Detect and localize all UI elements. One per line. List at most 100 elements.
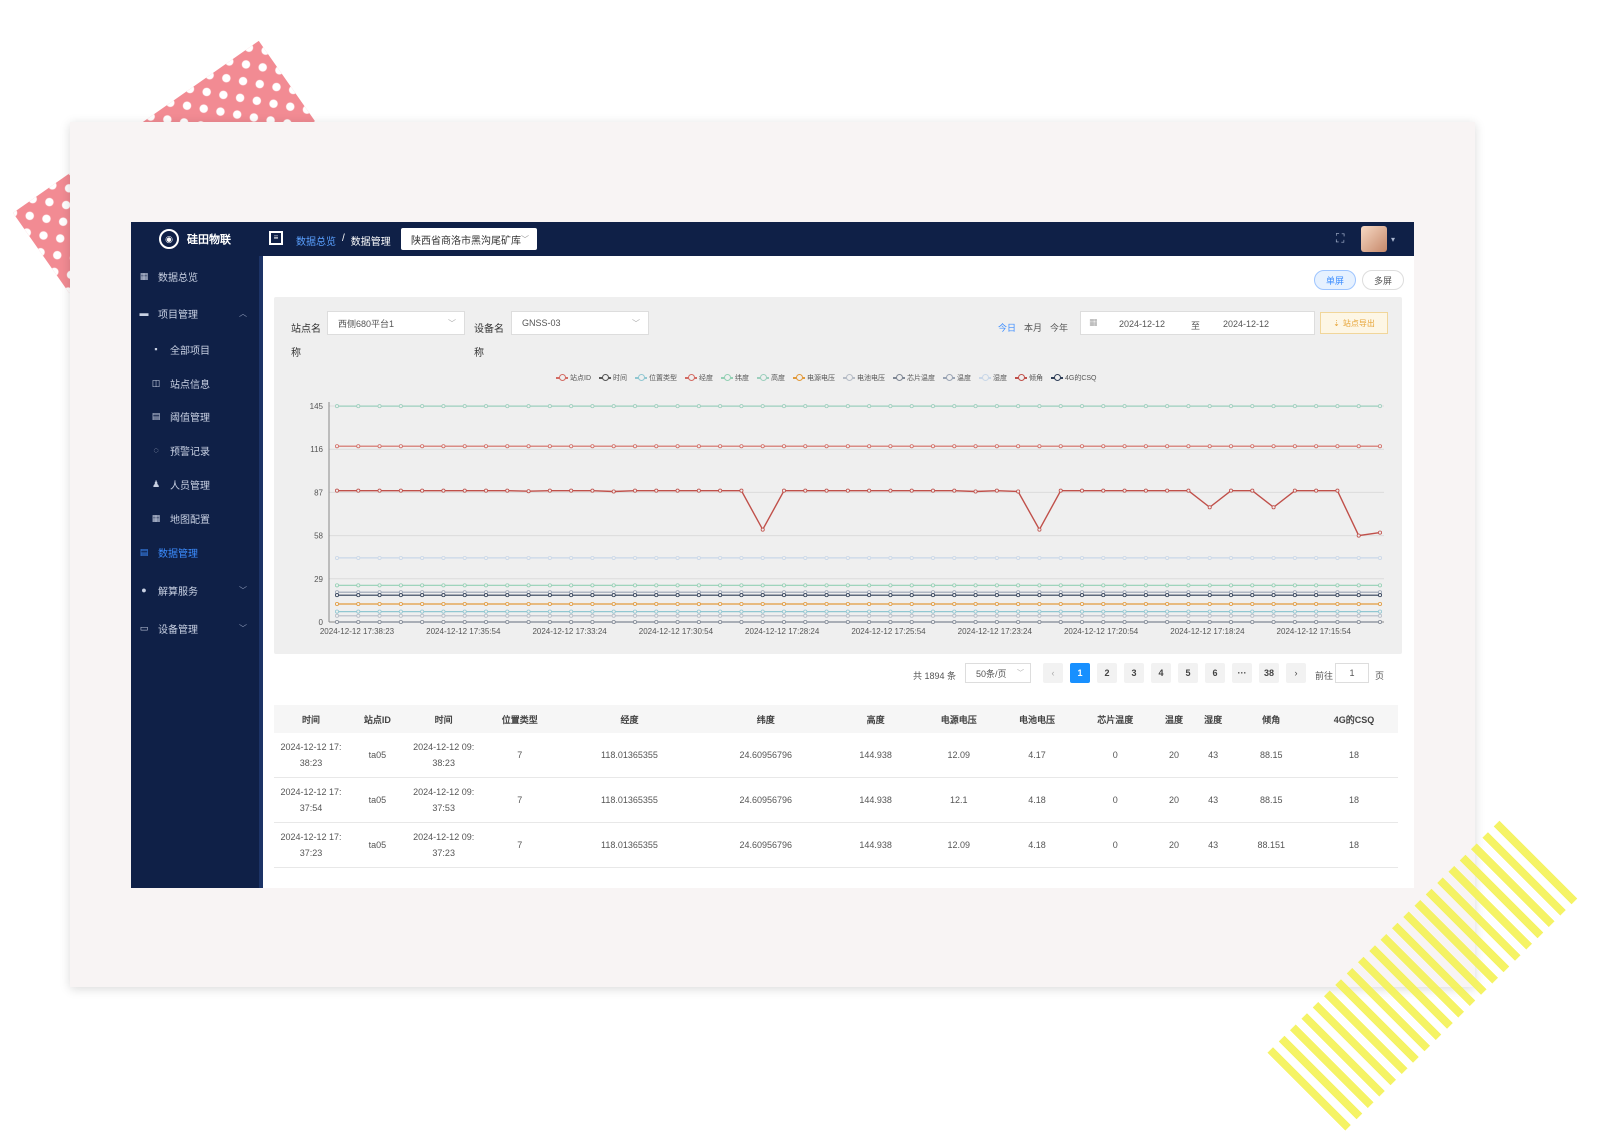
data-point	[1378, 613, 1383, 618]
column-header[interactable]: 湿度	[1193, 705, 1233, 733]
column-header[interactable]: 站点ID	[348, 705, 407, 733]
column-header[interactable]: 纬度	[699, 705, 832, 733]
sidebar-item-people[interactable]: ♟ 人员管理	[131, 475, 259, 493]
data-point	[462, 555, 467, 560]
data-point	[718, 593, 723, 598]
page-button[interactable]: 38	[1259, 663, 1279, 683]
prev-page-button[interactable]: ‹	[1043, 663, 1063, 683]
next-page-button[interactable]: ›	[1286, 663, 1306, 683]
sidebar-item-solve-service[interactable]: ● 解算服务 ﹀	[131, 581, 259, 599]
avatar[interactable]	[1361, 226, 1387, 252]
page-button[interactable]: 2	[1097, 663, 1117, 683]
data-point	[973, 613, 978, 618]
brand-logo[interactable]: ◉ 硅田物联	[131, 222, 259, 256]
breadcrumb-separator: /	[342, 233, 345, 244]
column-header[interactable]: 时间	[406, 705, 481, 733]
table-cell: ta05	[348, 733, 407, 778]
data-point	[356, 609, 361, 614]
data-point	[718, 619, 723, 624]
data-point	[867, 488, 872, 493]
dashboard-icon: ▦	[139, 270, 149, 281]
data-point	[547, 555, 552, 560]
single-screen-button[interactable]: 单屏	[1314, 270, 1357, 290]
column-header[interactable]: 位置类型	[480, 705, 559, 733]
data-point	[696, 619, 701, 624]
page-ellipsis[interactable]: ···	[1232, 663, 1252, 683]
page-button[interactable]: 6	[1205, 663, 1225, 683]
x-tick-label: 2024-12-12 17:25:54	[851, 627, 926, 636]
goto-page-input[interactable]: 1	[1335, 663, 1369, 683]
sidebar-item-overview[interactable]: ▦ 数据总览	[131, 267, 259, 285]
table-row[interactable]: 2024-12-12 17:37:54 ta05 2024-12-12 09:3…	[274, 777, 1398, 823]
data-point	[632, 619, 637, 624]
sidebar-item-all-projects[interactable]: ▪ 全部项目	[131, 340, 259, 358]
table-cell: 144.938	[831, 822, 920, 868]
data-point	[1378, 609, 1383, 614]
data-point	[611, 444, 616, 449]
data-point	[335, 619, 340, 624]
data-point	[547, 601, 552, 606]
data-point	[505, 619, 510, 624]
column-header[interactable]: 高度	[831, 705, 920, 733]
data-point	[824, 488, 829, 493]
sidebar-item-devices[interactable]: ▭ 设备管理 ﹀	[131, 619, 259, 637]
data-point	[547, 613, 552, 618]
data-point	[931, 404, 936, 409]
column-header[interactable]: 4G的CSQ	[1309, 705, 1398, 733]
data-point	[1378, 593, 1383, 598]
data-point	[867, 619, 872, 624]
sidebar-item-label: 数据总览	[158, 272, 198, 284]
x-tick-label: 2024-12-12 17:30:54	[639, 627, 714, 636]
data-point	[420, 613, 425, 618]
data-point	[1037, 404, 1042, 409]
data-point	[590, 555, 595, 560]
column-header[interactable]: 时间	[274, 705, 348, 733]
data-point	[888, 619, 893, 624]
column-header[interactable]: 倾角	[1232, 705, 1310, 733]
multi-screen-button[interactable]: 多屏	[1362, 270, 1405, 290]
data-point	[845, 601, 850, 606]
table-row[interactable]: 2024-12-12 17:38:23 ta05 2024-12-12 09:3…	[274, 733, 1398, 778]
table-cell: 43	[1193, 777, 1233, 823]
column-header[interactable]: 经度	[558, 705, 700, 733]
data-point	[952, 555, 957, 560]
column-header[interactable]: 温度	[1154, 705, 1194, 733]
fullscreen-icon[interactable]: ⛶	[1336, 231, 1344, 246]
page-button[interactable]: 3	[1124, 663, 1144, 683]
project-select[interactable]: 陕西省商洛市黑沟尾矿库 ﹀	[401, 228, 537, 250]
data-point	[739, 583, 744, 588]
top-bar: ≡ 数据总览 / 数据管理 陕西省商洛市黑沟尾矿库 ﹀ ⛶ ▾	[259, 222, 1414, 256]
sidebar-item-map-config[interactable]: ▦ 地图配置	[131, 509, 259, 527]
page-button[interactable]: 4	[1151, 663, 1171, 683]
sidebar-item-data[interactable]: ▤ 数据管理	[131, 543, 259, 561]
data-point	[739, 601, 744, 606]
page-button[interactable]: 5	[1178, 663, 1198, 683]
column-header[interactable]: 芯片温度	[1076, 705, 1155, 733]
column-header[interactable]: 电池电压	[997, 705, 1077, 733]
data-point	[505, 613, 510, 618]
data-point	[462, 593, 467, 598]
data-point	[696, 609, 701, 614]
data-point	[526, 619, 531, 624]
data-point	[718, 444, 723, 449]
sidebar-item-sites[interactable]: ◫ 站点信息	[131, 374, 259, 392]
data-point	[760, 555, 765, 560]
data-point	[696, 613, 701, 618]
data-point	[1292, 444, 1297, 449]
data-point	[1122, 593, 1127, 598]
sidebar-item-thresholds[interactable]: ▤ 阈值管理	[131, 407, 259, 425]
column-header[interactable]: 电源电压	[919, 705, 998, 733]
sidebar-item-projects[interactable]: ▬ 项目管理 ︿	[131, 304, 259, 322]
caret-down-icon[interactable]: ▾	[1391, 235, 1395, 244]
table-row[interactable]: 2024-12-12 17:37:23 ta05 2024-12-12 09:3…	[274, 822, 1398, 868]
data-point	[1378, 530, 1383, 535]
sidebar-item-alerts[interactable]: ◌ 预警记录	[131, 441, 259, 459]
breadcrumb-link-overview[interactable]: 数据总览	[296, 233, 336, 248]
data-icon: ▤	[139, 546, 149, 557]
page-size-select[interactable]: 50条/页 ﹀	[965, 663, 1031, 683]
data-point	[803, 601, 808, 606]
page-button[interactable]: 1	[1070, 663, 1090, 683]
data-point	[1143, 601, 1148, 606]
menu-toggle-icon[interactable]: ≡	[269, 231, 283, 245]
data-point	[1335, 619, 1340, 624]
